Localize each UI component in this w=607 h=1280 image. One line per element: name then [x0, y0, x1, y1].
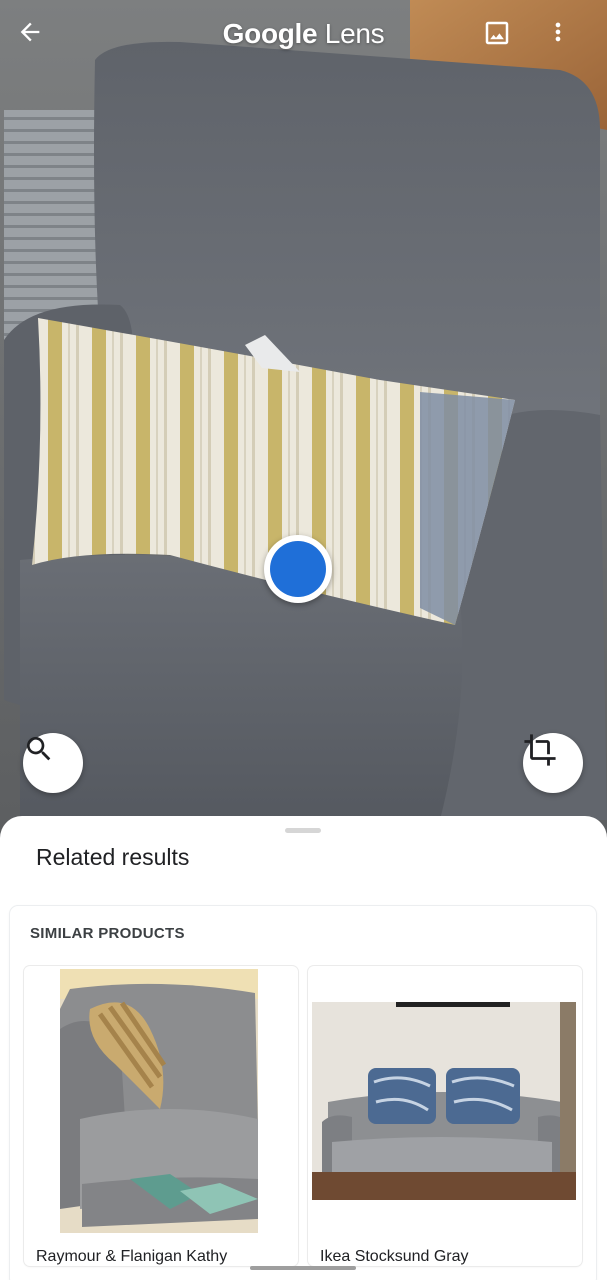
focus-indicator[interactable] [264, 535, 332, 603]
focus-indicator-dot [270, 541, 326, 597]
search-button[interactable] [23, 733, 83, 793]
search-icon [27, 737, 51, 761]
title-product: Lens [324, 18, 385, 49]
more-vert-icon [555, 22, 561, 42]
results-bottom-sheet[interactable]: Related results SIMILAR PRODUCTS Raymour… [0, 816, 607, 1280]
crop-icon [524, 734, 556, 766]
camera-viewfinder[interactable]: Google Lens [0, 0, 607, 840]
sheet-drag-handle[interactable] [285, 828, 321, 833]
similar-products-card: SIMILAR PRODUCTS Raymour & Flanigan Kath… [10, 906, 596, 1280]
image-icon [485, 21, 509, 45]
title-brand: Google [222, 18, 318, 49]
gallery-button[interactable] [482, 18, 530, 66]
top-app-bar: Google Lens [0, 0, 607, 84]
section-heading: SIMILAR PRODUCTS [30, 925, 185, 942]
product-card[interactable]: Ikea Stocksund Gray [308, 966, 582, 1266]
more-options-button[interactable] [544, 18, 586, 66]
product-card[interactable]: Raymour & Flanigan Kathy [24, 966, 298, 1266]
product-name: Ikea Stocksund Gray [320, 1248, 469, 1265]
product-image [60, 969, 258, 1233]
crop-button[interactable] [523, 733, 583, 793]
sheet-title: Related results [36, 844, 190, 870]
product-name: Raymour & Flanigan Kathy [36, 1248, 228, 1265]
system-gesture-bar[interactable] [250, 1266, 356, 1270]
product-image [312, 1002, 576, 1200]
scene-image [0, 0, 607, 840]
